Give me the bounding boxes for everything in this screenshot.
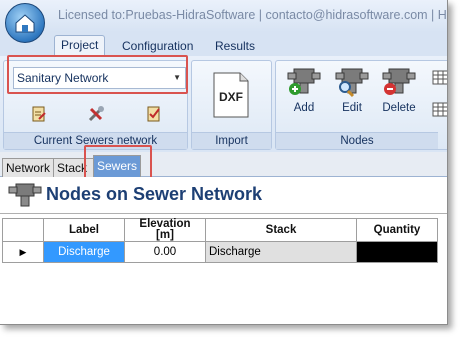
group-nodes-label: Nodes [276, 132, 438, 149]
home-icon [15, 14, 35, 33]
tools-icon[interactable] [87, 105, 105, 123]
page-title: Nodes on Sewer Network [46, 184, 263, 204]
table-header-row: Label Elevation [m] Stack Quantity [2, 218, 438, 242]
cell-stack[interactable]: Discharge [205, 241, 357, 263]
cell-quantity[interactable] [356, 241, 438, 263]
table-row[interactable]: ▶ Discharge 0.00 Discharge [2, 241, 438, 263]
cell-elevation[interactable]: 0.00 [124, 241, 206, 263]
highlight-box [7, 55, 188, 94]
add-node-label: Add [293, 102, 315, 114]
grid-icon[interactable] [432, 69, 448, 87]
edit-node-button[interactable]: Edit [330, 65, 374, 114]
node-add-icon [287, 68, 321, 95]
node-delete-icon [382, 68, 416, 95]
nodes-table: Label Elevation [m] Stack Quantity ▶ Dis… [2, 218, 442, 263]
dxf-file-icon: DXF [213, 72, 249, 118]
title-bar: Licensed to:Pruebas-HidraSoftware | cont… [0, 0, 447, 43]
import-dxf-button[interactable]: DXF [210, 71, 252, 122]
column-header-stack[interactable]: Stack [205, 218, 357, 242]
column-header-label[interactable]: Label [43, 218, 125, 242]
add-node-button[interactable]: Add [282, 65, 326, 114]
edit-node-label: Edit [342, 102, 362, 114]
window-title: Licensed to:Pruebas-HidraSoftware | cont… [58, 8, 447, 22]
grid-icon[interactable] [432, 101, 448, 119]
group-import-label: Import [192, 132, 271, 149]
column-header-quantity[interactable]: Quantity [356, 218, 438, 242]
panel-header: Nodes on Sewer Network [0, 177, 447, 214]
delete-node-label: Delete [382, 102, 416, 114]
tab-network[interactable]: Network [2, 158, 54, 177]
group-import: DXF Import [191, 60, 272, 150]
clipboard-edit-icon[interactable] [30, 105, 48, 123]
ribbon-tab-row: Project Configuration Results [0, 32, 447, 57]
group-nodes: Add Edit Delete Nodes [275, 60, 448, 150]
cell-label[interactable]: Discharge [43, 241, 125, 263]
sewer-node-icon [8, 183, 42, 207]
row-selector-arrow-icon[interactable]: ▶ [2, 241, 44, 263]
dxf-file-label: DXF [219, 90, 243, 104]
column-header-elevation[interactable]: Elevation [m] [124, 218, 206, 242]
main-window: Licensed to:Pruebas-HidraSoftware | cont… [0, 0, 448, 325]
node-edit-icon [335, 68, 369, 98]
delete-node-button[interactable]: Delete [376, 65, 422, 114]
app-menu-button[interactable] [5, 3, 45, 43]
document-tab-row: Network Stack Sewers [0, 152, 447, 177]
tab-results[interactable]: Results [209, 37, 261, 56]
tab-configuration[interactable]: Configuration [116, 37, 199, 56]
row-header-corner [2, 218, 44, 242]
clipboard-check-icon[interactable] [145, 105, 163, 123]
tab-project[interactable]: Project [54, 35, 106, 57]
